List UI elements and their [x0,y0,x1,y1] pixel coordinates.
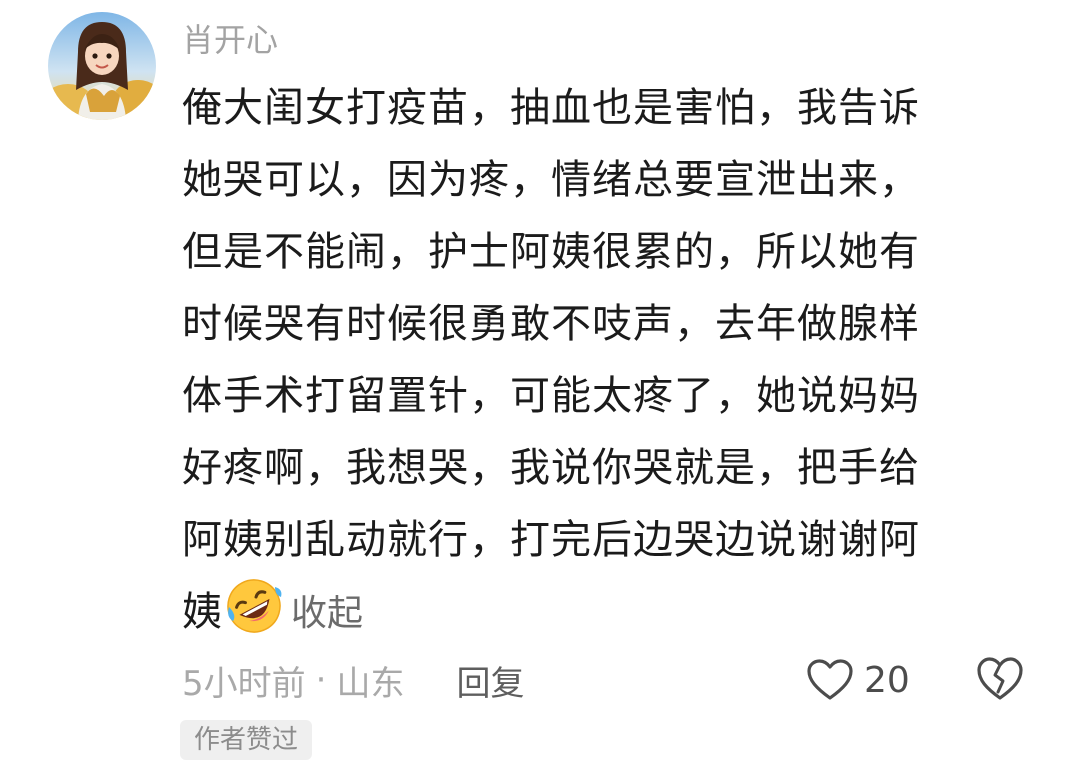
comment-meta: 5小时前 · 山东 回复 [182,652,524,708]
comment-line: 阿姨别乱动就行，打完后边哭边说谢谢阿 [182,517,920,563]
meta-separator: · [315,660,327,700]
avatar[interactable] [48,12,156,120]
avatar-image [48,12,156,120]
comment-line: 俺大闺女打疫苗，抽血也是害怕，我告诉 [182,85,920,131]
comment-line: 好疼啊，我想哭，我说你哭就是，把手给 [182,445,920,491]
comment-line: 体手术打留置针，可能太疼了，她说妈妈 [182,373,920,419]
collapse-button[interactable]: 收起 [291,593,363,634]
timestamp: 5小时前 [182,663,306,704]
like-count: 20 [864,659,910,701]
username[interactable]: 肖开心 [182,14,278,66]
comment-line: 她哭可以，因为疼，情绪总要宣泄出来， [182,157,920,203]
comment-line: 姨 [182,589,223,635]
comment-line: 时候哭有时候很勇敢不吱声，去年做腺样 [182,301,920,347]
dislike-button[interactable] [976,654,1024,704]
author-liked-tag: 作者赞过 [180,720,313,760]
broken-heart-icon [977,657,1023,700]
like-button[interactable]: 20 [806,652,910,708]
comment-line: 但是不能闹，护士阿姨很累的，所以她有 [182,229,920,275]
reply-button[interactable]: 回复 [456,656,524,705]
rolling-on-floor-laughing-emoji-icon [225,577,283,635]
heart-icon [807,659,853,700]
comment-last-line: 姨 收起 [182,576,1012,648]
location: 山东 [336,663,405,704]
comment-text: 俺大闺女打疫苗，抽血也是害怕，我告诉 她哭可以，因为疼，情绪总要宣泄出来， 但是… [182,72,1012,648]
